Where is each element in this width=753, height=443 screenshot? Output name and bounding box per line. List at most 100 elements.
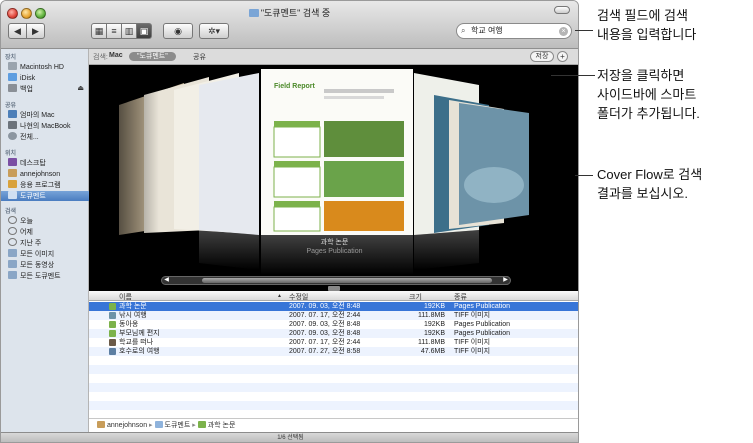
- sidebar-item-home[interactable]: annejohnson: [8, 169, 60, 179]
- folder-icon: [154, 421, 163, 428]
- search-scope-bar: 검색: Mac "도큐멘트" 공유 저장 +: [89, 49, 578, 65]
- scope-label: 검색:: [93, 54, 108, 61]
- path-bar: annejohnson ▸ 도큐멘트 ▸ 과학 논문: [89, 418, 578, 432]
- grid-icon: ▦: [94, 26, 104, 36]
- page: "도큐멘트" 검색 중 ◀ ▶ ▦ ≡ ▥ ▣ ◉ ✲▾ ⌕ 학교 여행 × 장…: [0, 0, 753, 443]
- sidebar-item-backup[interactable]: 백업 ⏏: [8, 84, 88, 94]
- path-documents[interactable]: 도큐멘트: [165, 422, 191, 429]
- table-row[interactable]: 과학 논문 2007. 09. 03, 오전 8:48 192KB Pages Pub…: [89, 302, 578, 311]
- sidebar-item-yesterday[interactable]: 어제: [8, 227, 33, 237]
- search-field[interactable]: ⌕ 학교 여행 ×: [456, 23, 572, 39]
- sidebar-item-idisk[interactable]: iDisk: [8, 73, 35, 83]
- sidebar-section-search[interactable]: 검색: [5, 206, 16, 215]
- coverflow-scroll-thumb[interactable]: [202, 278, 492, 283]
- sidebar-item-last-week[interactable]: 지난 주: [8, 238, 41, 248]
- home-icon: [8, 169, 17, 177]
- sort-ascending-icon[interactable]: ▲: [277, 293, 282, 299]
- save-search-button[interactable]: 저장: [530, 51, 554, 62]
- cover-left-4[interactable]: [199, 73, 259, 235]
- cell-size: 111.8MB: [418, 312, 445, 319]
- sidebar-section-devices[interactable]: 장치: [5, 52, 16, 61]
- icon-view-button[interactable]: ▦: [91, 23, 107, 39]
- documents-icon: [8, 191, 17, 199]
- sidebar-item-desktop[interactable]: 데스크탑: [8, 158, 46, 168]
- sidebar-item-label: 지난 주: [20, 240, 42, 247]
- table-row[interactable]: 부모님께 편지 2007. 09. 03, 오전 8:48 192KB Pages P…: [89, 329, 578, 338]
- search-input[interactable]: 학교 여행: [471, 26, 503, 35]
- cell-date: 2007. 09. 03, 오전 8:48: [289, 321, 361, 328]
- cell-kind: TIFF 이미지: [454, 312, 491, 319]
- pages-document-icon: [197, 421, 206, 428]
- forward-button[interactable]: ▶: [26, 23, 45, 39]
- coverflow-kind: Pages Publication: [306, 248, 363, 255]
- column-kind[interactable]: 종류: [454, 292, 467, 302]
- scope-mac-button[interactable]: Mac: [109, 52, 123, 59]
- sidebar-item-today[interactable]: 오늘: [8, 216, 33, 226]
- cell-size: 111.8MB: [418, 339, 445, 346]
- home-icon: [97, 421, 105, 428]
- sidebar-item-macintosh-hd[interactable]: Macintosh HD: [8, 62, 64, 72]
- scope-shared-button[interactable]: 공유: [193, 52, 206, 62]
- scroll-right-icon[interactable]: ▶: [501, 277, 510, 284]
- sidebar-item-all-movies[interactable]: 모든 동영상: [8, 260, 54, 270]
- applications-icon: [8, 180, 17, 188]
- coverflow-view-button[interactable]: ▣: [136, 23, 152, 39]
- sidebar: 장치 Macintosh HD iDisk 백업 ⏏ 공유 엄마의 Mac 나현의…: [1, 49, 89, 434]
- sidebar-item-documents[interactable]: 도큐멘트: [1, 191, 89, 201]
- smart-folder-icon: [8, 260, 17, 268]
- smart-folder-icon: [8, 271, 17, 279]
- quick-look-button[interactable]: ◉: [163, 23, 193, 39]
- column-date[interactable]: 수정일: [289, 292, 308, 302]
- sidebar-item-label: 엄마의 Mac: [20, 112, 55, 119]
- document-heading: Field Report: [274, 83, 315, 90]
- eject-icon[interactable]: ⏏: [77, 84, 84, 94]
- computer-icon: [8, 110, 17, 118]
- scope-this-folder-button[interactable]: "도큐멘트": [129, 52, 176, 61]
- chevron-right-icon: ▶: [32, 26, 39, 36]
- scroll-left-icon[interactable]: ◀: [162, 277, 171, 284]
- column-size[interactable]: 크기: [409, 292, 422, 302]
- path-separator-icon: ▸: [192, 422, 198, 429]
- toolbar-toggle-button[interactable]: [554, 6, 570, 14]
- sidebar-item-label: 모든 도큐멘트: [20, 273, 61, 280]
- table-row[interactable]: 동아옹 2007. 09. 03, 오전 8:48 192KB Pages Publi…: [89, 320, 578, 329]
- add-criteria-button[interactable]: +: [557, 51, 568, 62]
- desktop-icon: [8, 158, 17, 166]
- coverflow-scrollbar[interactable]: ◀ ▶: [161, 276, 511, 285]
- file-icon: [109, 321, 116, 328]
- column-view-button[interactable]: ▥: [121, 23, 137, 39]
- sidebar-item-label: 백업: [20, 86, 33, 93]
- sidebar-item-label: iDisk: [20, 75, 36, 82]
- column-name[interactable]: 이름: [119, 292, 132, 302]
- list-header: 이름 ▲ 수정일 크기 종류: [89, 291, 578, 302]
- path-file[interactable]: 과학 논문: [208, 422, 236, 429]
- list-view-button[interactable]: ≡: [106, 23, 122, 39]
- coverflow-view[interactable]: Field Report 과학 논문 Pages Publication ◀ ▶: [89, 65, 578, 291]
- sidebar-section-shared[interactable]: 공유: [5, 100, 16, 109]
- sidebar-section-places[interactable]: 위치: [5, 148, 16, 157]
- sidebar-item-label: 도큐멘트: [20, 193, 46, 200]
- back-button[interactable]: ◀: [8, 23, 27, 39]
- table-row[interactable]: 낚시 여행 2007. 07. 17, 오전 2:44 111.8MB TIFF 이미…: [89, 311, 578, 320]
- cell-name: 호수로의 여행: [119, 348, 160, 355]
- sidebar-item-mom-mac[interactable]: 엄마의 Mac: [8, 110, 55, 120]
- coverflow-title: 과학 논문: [320, 239, 349, 246]
- finder-window: "도큐멘트" 검색 중 ◀ ▶ ▦ ≡ ▥ ▣ ◉ ✲▾ ⌕ 학교 여행 × 장…: [0, 0, 579, 443]
- empty-row: [89, 356, 578, 365]
- path-home[interactable]: annejohnson: [107, 422, 147, 429]
- cover-right-4[interactable]: [459, 103, 529, 225]
- table-row[interactable]: 학교를 떠나 2007. 07. 17, 오전 2:44 111.8MB TIFF 이…: [89, 338, 578, 347]
- sidebar-item-all[interactable]: 전체...: [8, 132, 39, 142]
- clear-search-icon[interactable]: ×: [559, 27, 568, 36]
- sidebar-item-all-documents[interactable]: 모든 도큐멘트: [8, 271, 61, 281]
- sidebar-item-macbook[interactable]: 나현의 MacBook: [8, 121, 70, 131]
- sidebar-item-applications[interactable]: 응용 프로그램: [8, 180, 61, 190]
- sidebar-item-label: annejohnson: [20, 171, 61, 178]
- coverflow-art: [89, 65, 529, 291]
- table-row[interactable]: 호수로의 여행 2007. 07. 27, 오전 8:58 47.6MB TIFF 이…: [89, 347, 578, 356]
- action-menu-button[interactable]: ✲▾: [199, 23, 229, 39]
- sidebar-item-label: 어제: [20, 229, 33, 236]
- file-icon: [109, 312, 116, 319]
- callout-search: 검색 필드에 검색 내용을 입력합니다: [597, 8, 697, 42]
- sidebar-item-all-images[interactable]: 모든 이미지: [8, 249, 54, 259]
